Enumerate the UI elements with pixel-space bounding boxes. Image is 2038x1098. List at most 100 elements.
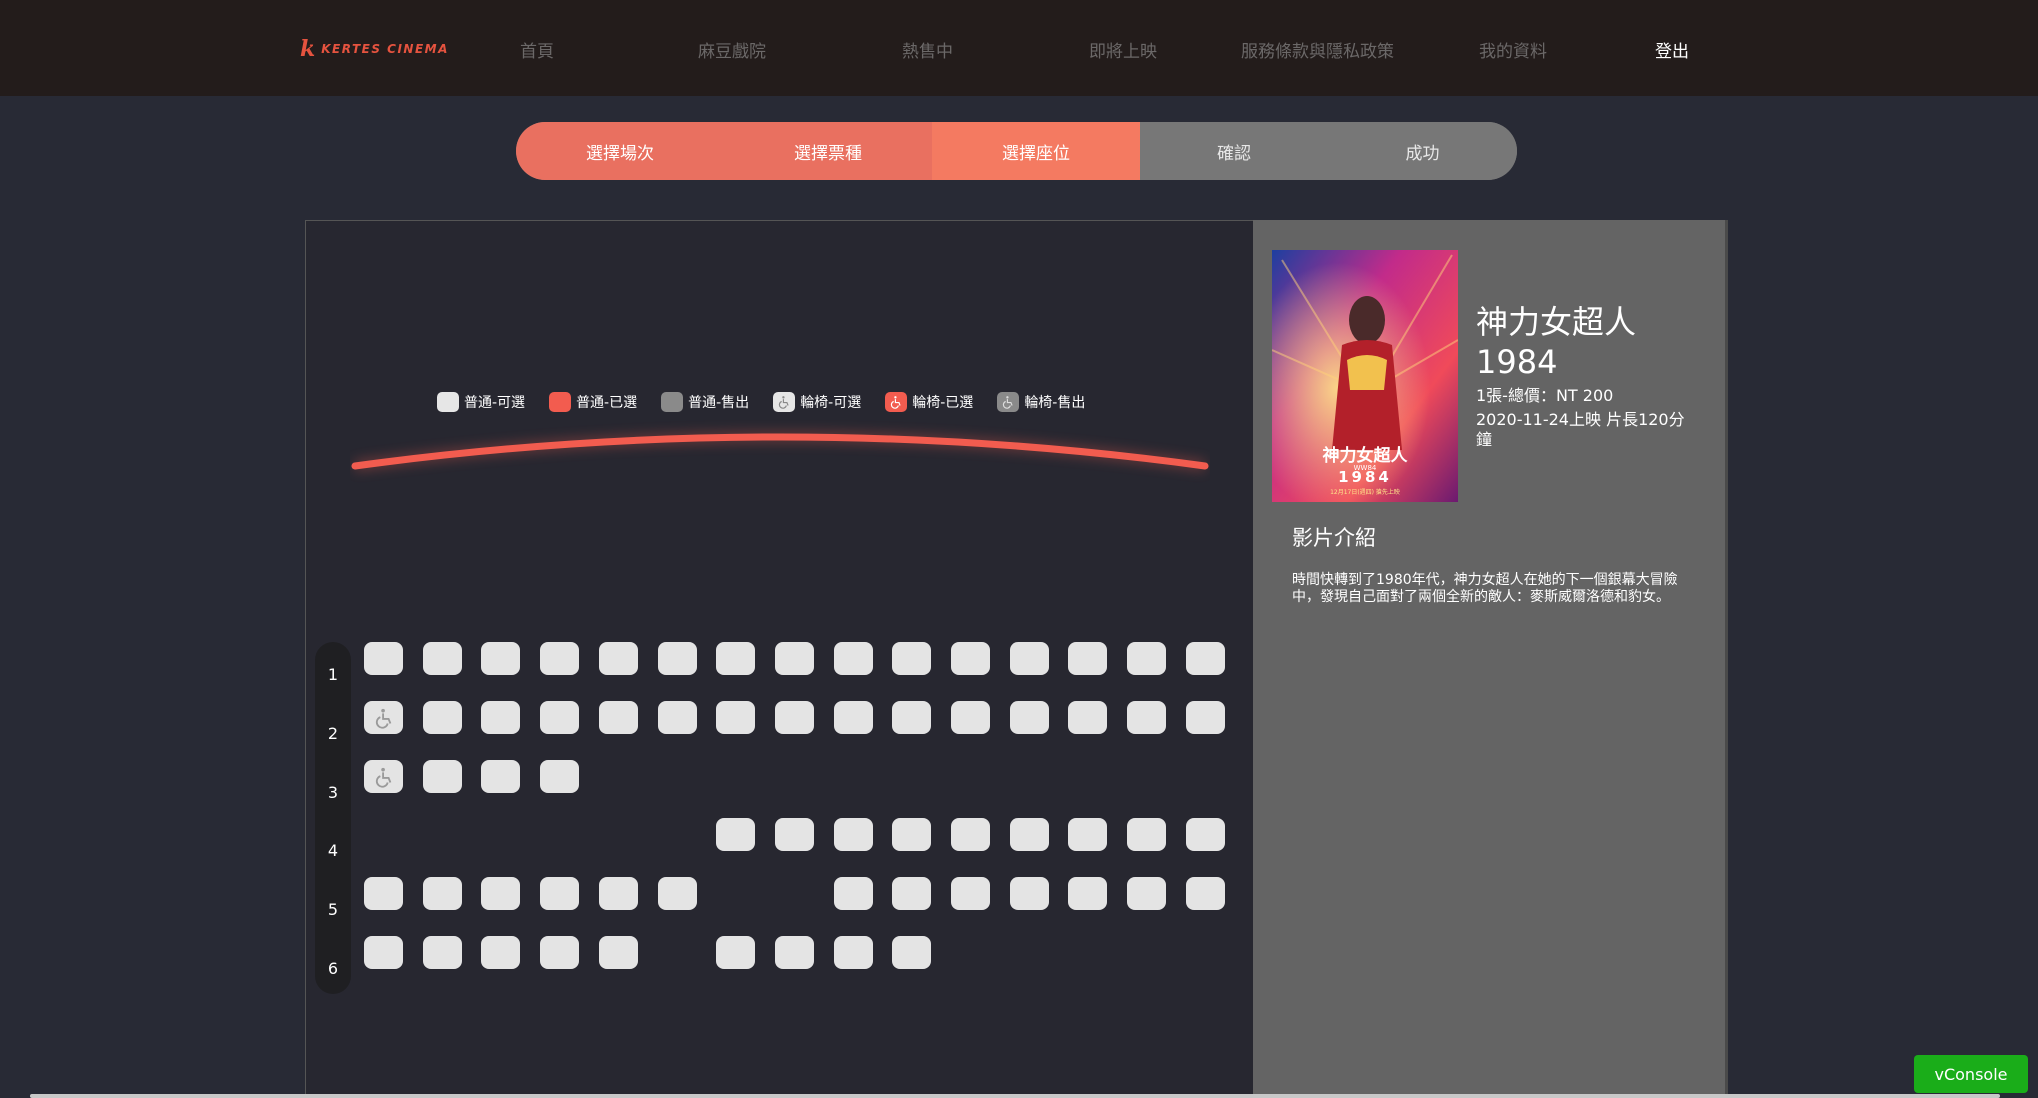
seat[interactable] — [598, 701, 638, 734]
intro-heading: 影片介紹 — [1292, 526, 1376, 550]
seat[interactable] — [1185, 877, 1225, 910]
seat[interactable] — [598, 877, 638, 910]
nav-terms[interactable]: 服務條款與隱私政策 — [1241, 37, 1394, 62]
legend-wheelchair-selected: 輪椅-已選 — [885, 392, 973, 412]
vconsole-button[interactable]: vConsole — [1914, 1055, 2028, 1093]
seat[interactable] — [481, 877, 521, 910]
seat[interactable] — [657, 642, 697, 675]
seat[interactable] — [481, 701, 521, 734]
row-label: 6 — [327, 959, 339, 978]
legend-label: 輪椅-可選 — [800, 395, 862, 411]
wheelchair-icon — [885, 392, 908, 412]
seat[interactable] — [1009, 818, 1049, 851]
legend-label: 輪椅-已選 — [912, 395, 974, 411]
row-label: 2 — [327, 724, 339, 743]
seat[interactable] — [364, 877, 403, 910]
legend-label: 普通-可選 — [464, 395, 526, 411]
seat[interactable] — [716, 936, 756, 969]
seat[interactable] — [1127, 818, 1167, 851]
nav-theater[interactable]: 麻豆戲院 — [698, 37, 766, 62]
wheelchair-icon — [375, 767, 391, 788]
nav-hot[interactable]: 熱售中 — [902, 37, 953, 62]
seat[interactable] — [1068, 642, 1108, 675]
row-label: 3 — [327, 783, 339, 802]
seat[interactable] — [774, 701, 814, 734]
seat[interactable] — [598, 642, 638, 675]
seat[interactable] — [422, 701, 462, 734]
seat[interactable] — [1009, 877, 1049, 910]
seat[interactable] — [540, 760, 580, 793]
seat[interactable] — [892, 877, 932, 910]
poster-year: 1984 — [1338, 468, 1392, 486]
seat[interactable] — [422, 877, 462, 910]
step-select-seat[interactable]: 選擇座位 — [932, 122, 1140, 180]
brand-logo[interactable]: k KERTES CINEMA — [300, 36, 449, 62]
seat[interactable] — [774, 936, 814, 969]
seat[interactable] — [1127, 877, 1167, 910]
nav-logout[interactable]: 登出 — [1655, 37, 1689, 62]
seat[interactable] — [657, 877, 697, 910]
seat[interactable] — [716, 642, 756, 675]
seat[interactable] — [833, 936, 873, 969]
seat[interactable] — [540, 877, 580, 910]
seat[interactable] — [892, 818, 932, 851]
seat[interactable] — [481, 936, 521, 969]
seat-swatch-icon — [437, 392, 459, 412]
seat[interactable] — [716, 818, 756, 851]
step-select-session[interactable]: 選擇場次 — [516, 122, 724, 180]
seat[interactable] — [892, 936, 932, 969]
seat[interactable] — [1068, 877, 1108, 910]
horizontal-scrollbar[interactable] — [30, 1094, 2000, 1098]
legend-label: 輪椅-售出 — [1024, 395, 1086, 411]
row-label: 1 — [327, 665, 339, 684]
nav-home[interactable]: 首頁 — [520, 37, 554, 62]
seat[interactable] — [540, 701, 580, 734]
movie-poster: WW84 神力女超人 1984 12月17日(週四) 搶先上映 — [1272, 250, 1458, 502]
seat[interactable] — [833, 642, 873, 675]
seat[interactable] — [1068, 701, 1108, 734]
seat[interactable] — [951, 877, 990, 910]
seat[interactable] — [892, 642, 932, 675]
seat[interactable] — [540, 642, 580, 675]
seat[interactable] — [540, 936, 580, 969]
seat[interactable] — [1185, 642, 1225, 675]
seat[interactable] — [951, 642, 990, 675]
seat[interactable] — [422, 936, 462, 969]
ticket-price: 1張-總價：NT 200 — [1476, 386, 1614, 405]
seat[interactable] — [481, 642, 521, 675]
seat[interactable] — [774, 642, 814, 675]
seat[interactable] — [833, 701, 873, 734]
poster-title: 神力女超人 — [1323, 445, 1409, 466]
legend-label: 普通-已選 — [576, 395, 638, 411]
release-runtime: 2020-11-24上映 片長120分鐘 — [1476, 410, 1685, 449]
seat[interactable] — [598, 936, 638, 969]
seat[interactable] — [1009, 701, 1049, 734]
nav-profile[interactable]: 我的資料 — [1479, 37, 1547, 62]
seat[interactable] — [892, 701, 932, 734]
seat[interactable] — [422, 760, 462, 793]
seat[interactable] — [1127, 642, 1167, 675]
seat[interactable] — [716, 701, 756, 734]
seat[interactable] — [364, 642, 403, 675]
seat[interactable] — [1068, 818, 1108, 851]
wheelchair-seat[interactable] — [364, 701, 403, 734]
seat[interactable] — [951, 818, 990, 851]
seat[interactable] — [833, 818, 873, 851]
step-select-ticket[interactable]: 選擇票種 — [724, 122, 932, 180]
nav-coming-soon[interactable]: 即將上映 — [1089, 37, 1157, 62]
step-confirm: 確認 — [1140, 122, 1328, 180]
wheelchair-seat[interactable] — [364, 760, 403, 793]
seat[interactable] — [481, 760, 521, 793]
seat[interactable] — [833, 877, 873, 910]
legend-normal-available: 普通-可選 — [437, 392, 525, 412]
seat[interactable] — [951, 701, 990, 734]
seat[interactable] — [422, 642, 462, 675]
seat[interactable] — [657, 701, 697, 734]
seat[interactable] — [1009, 642, 1049, 675]
seat[interactable] — [1185, 818, 1225, 851]
seat[interactable] — [774, 818, 814, 851]
seat[interactable] — [364, 936, 403, 969]
seat[interactable] — [1185, 701, 1225, 734]
seat[interactable] — [1127, 701, 1167, 734]
top-navbar: k KERTES CINEMA 首頁 麻豆戲院 熱售中 即將上映 服務條款與隱私… — [0, 0, 2038, 96]
